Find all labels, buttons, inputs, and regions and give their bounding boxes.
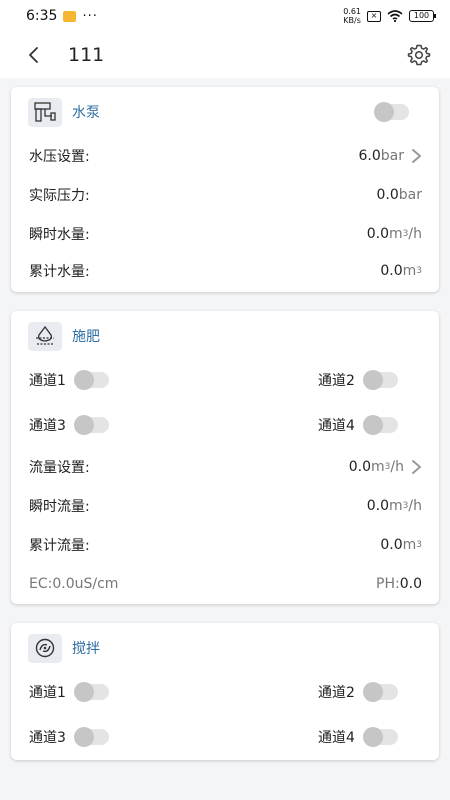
fertilize-channel-3: 通道3 (29, 415, 109, 435)
stir-channel-4-label: 通道4 (318, 730, 355, 746)
chevron-right-icon (412, 149, 421, 163)
ph-value: 0.0 (399, 576, 422, 592)
pressure-setting-value: 6.0 (358, 148, 381, 164)
pump-card: 水泵 水压设置: 6.0 bar 实际压力: 0.0 bar 瞬时水量: 0.0… (11, 87, 439, 292)
fertilize-channel-3-label: 通道3 (29, 418, 66, 434)
instant-water-label: 瞬时水量: (29, 227, 90, 243)
pump-toggle[interactable] (374, 102, 409, 122)
app-header: 111 (0, 32, 450, 78)
fertilize-card-header: 施肥 (28, 321, 100, 351)
total-water-value: 0.0 (380, 263, 403, 279)
fertilize-channel-2: 通道2 (318, 370, 398, 390)
flow-setting-row[interactable]: 流量设置: 0.0 m 3/h (29, 456, 422, 478)
stir-channel-1: 通道1 (29, 682, 109, 702)
notification-icon (63, 10, 77, 22)
instant-water-unit: m (389, 226, 403, 242)
flow-setting-value: 0.0 (348, 459, 372, 475)
wifi-icon (387, 10, 403, 22)
instant-flow-label: 瞬时流量: (29, 499, 90, 515)
back-button[interactable] (22, 44, 44, 66)
instant-water-value: 0.0 (366, 226, 390, 242)
pressure-setting-label: 水压设置: (29, 149, 90, 165)
fertilize-channel-2-toggle[interactable] (362, 370, 398, 390)
gear-icon (407, 44, 431, 66)
stir-channel-2-label: 通道2 (318, 685, 355, 701)
stir-channel-4: 通道4 (318, 727, 398, 747)
stir-card-header: 搅拌 (28, 633, 100, 663)
page-title: 111 (68, 44, 105, 66)
stir-title: 搅拌 (72, 641, 100, 657)
chevron-right-icon (412, 460, 421, 474)
pump-card-header: 水泵 (28, 97, 100, 127)
instant-flow-value: 0.0 (366, 498, 390, 514)
flow-setting-unit-suffix: /h (390, 459, 404, 475)
more-notifications-icon: ··· (82, 8, 98, 24)
stir-icon (28, 633, 62, 663)
instant-water-row: 瞬时水量: 0.0 m 3/h (29, 223, 422, 245)
stir-channel-2: 通道2 (318, 682, 398, 702)
status-right: 0.61 KB/s × 100 (343, 7, 436, 25)
fertilize-channel-4-label: 通道4 (318, 418, 355, 434)
flow-setting-label: 流量设置: (29, 460, 90, 476)
stir-channel-1-toggle[interactable] (73, 682, 109, 702)
stir-channel-2-toggle[interactable] (362, 682, 398, 702)
network-speed: 0.61 KB/s (343, 7, 361, 25)
total-water-label: 累计水量: (29, 264, 90, 280)
instant-flow-unit: m (389, 498, 403, 514)
fertilize-channel-2-label: 通道2 (318, 373, 355, 389)
no-sim-icon: × (367, 10, 381, 22)
instant-flow-unit-suffix: /h (408, 498, 422, 514)
actual-pressure-value: 0.0 (376, 187, 399, 203)
stir-channel-4-toggle[interactable] (362, 727, 398, 747)
pump-icon (28, 97, 62, 127)
fertilize-card: 施肥 通道1 通道2 通道3 通道4 流量设置: 0.0 m 3/h 瞬时流量: … (11, 311, 439, 604)
total-water-unit: m (402, 263, 417, 279)
pressure-setting-unit: bar (380, 148, 404, 164)
total-water-unit-sup: 3 (416, 266, 422, 276)
fertilize-channel-4-toggle[interactable] (362, 415, 398, 435)
status-time: 6:35 (26, 8, 58, 24)
actual-pressure-row: 实际压力: 0.0 bar (29, 184, 422, 206)
pump-title: 水泵 (72, 105, 100, 121)
network-speed-value: 0.61 (343, 7, 361, 16)
actual-pressure-unit: bar (398, 187, 422, 203)
status-bar: 6:35 ··· 0.61 KB/s × 100 (0, 0, 450, 32)
ph-label: PH: (376, 576, 400, 592)
network-speed-unit: KB/s (343, 16, 361, 25)
fertilize-channel-1-label: 通道1 (29, 373, 66, 389)
fertilize-channel-4: 通道4 (318, 415, 398, 435)
chevron-left-icon (29, 47, 38, 63)
fertilize-channel-1: 通道1 (29, 370, 109, 390)
fertilize-channel-3-toggle[interactable] (73, 415, 109, 435)
fertilize-title: 施肥 (72, 329, 100, 345)
status-left: 6:35 ··· (26, 8, 98, 24)
stir-channel-3-label: 通道3 (29, 730, 66, 746)
instant-flow-row: 瞬时流量: 0.0 m 3/h (29, 495, 422, 517)
total-flow-row: 累计流量: 0.0 m3 (29, 534, 422, 556)
stir-channel-3-toggle[interactable] (73, 727, 109, 747)
stir-card: 搅拌 通道1 通道2 通道3 通道4 (11, 623, 439, 760)
fertilize-channel-1-toggle[interactable] (73, 370, 109, 390)
total-water-row: 累计水量: 0.0 m3 (29, 260, 422, 282)
total-flow-unit: m (402, 537, 417, 553)
total-flow-unit-sup: 3 (416, 540, 422, 550)
pressure-setting-row[interactable]: 水压设置: 6.0 bar (29, 145, 422, 167)
settings-button[interactable] (406, 42, 432, 68)
total-flow-label: 累计流量: (29, 538, 90, 554)
stir-channel-3: 通道3 (29, 727, 109, 747)
stir-channel-1-label: 通道1 (29, 685, 66, 701)
flow-setting-unit: m (371, 459, 385, 475)
fertilizer-icon (28, 321, 62, 351)
ec-ph-row: EC:0.0uS/cm PH: 0.0 (29, 573, 422, 595)
battery-icon: 100 (409, 10, 436, 22)
ec-reading: EC:0.0uS/cm (29, 576, 119, 592)
instant-water-unit-suffix: /h (408, 226, 422, 242)
actual-pressure-label: 实际压力: (29, 188, 90, 204)
total-flow-value: 0.0 (380, 537, 403, 553)
